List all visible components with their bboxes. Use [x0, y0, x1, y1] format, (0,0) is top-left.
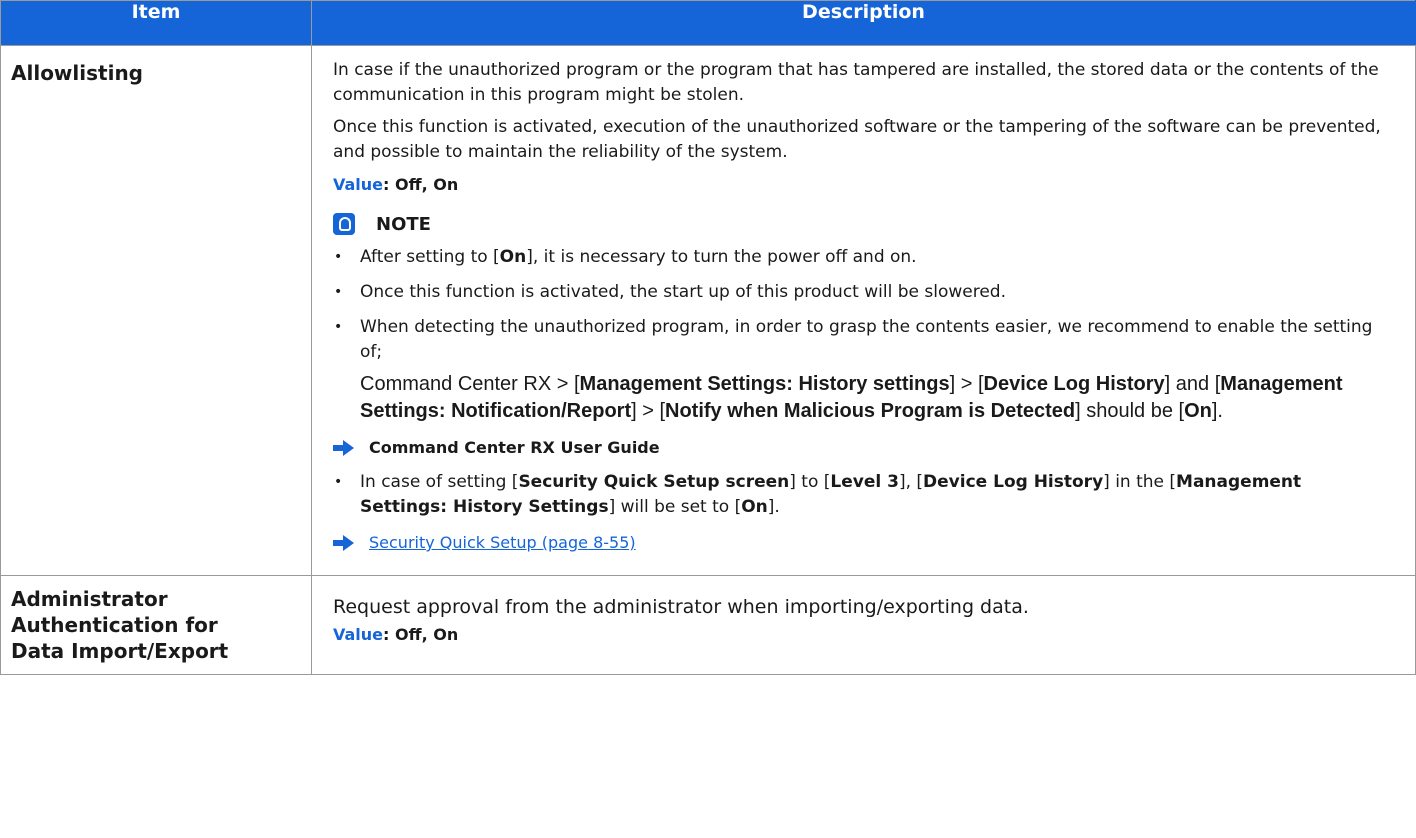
value-line: Value: Off, On: [333, 622, 1393, 648]
description-cell: In case if the unauthorized program or t…: [311, 45, 1416, 576]
column-header-description: Description: [311, 0, 1416, 46]
command-center-path: Command Center RX > [Management Settings…: [360, 373, 1343, 422]
note-list-continued: In case of setting [Security Quick Setup…: [333, 470, 1393, 520]
value-options: : Off, On: [383, 625, 459, 644]
table-header-row: Item Description: [0, 0, 1416, 46]
list-item: In case of setting [Security Quick Setup…: [333, 470, 1393, 520]
description-text: Request approval from the administrator …: [333, 596, 1029, 618]
note-label: NOTE: [376, 213, 431, 235]
description-cell: Request approval from the administrator …: [311, 575, 1416, 675]
list-item: After setting to [On], it is necessary t…: [333, 245, 1393, 270]
settings-table: Item Description Allowlisting In case if…: [0, 0, 1416, 675]
list-item: When detecting the unauthorized program,…: [333, 315, 1393, 425]
arrow-right-icon: [333, 439, 355, 456]
guide-reference: Command Center RX User Guide: [333, 435, 1393, 460]
list-item: Once this function is activated, the sta…: [333, 280, 1393, 305]
value-label: Value: [333, 175, 384, 194]
description-intro: In case if the unauthorized program or t…: [333, 60, 1379, 105]
item-name: Allowlisting: [0, 45, 312, 576]
guide-title: Command Center RX User Guide: [369, 438, 660, 457]
note-heading: NOTE: [333, 211, 1393, 237]
arrow-right-icon: [333, 534, 355, 551]
note-list: After setting to [On], it is necessary t…: [333, 245, 1393, 425]
table-row: Allowlisting In case if the unauthorized…: [0, 45, 1416, 576]
description-detail: Once this function is activated, executi…: [333, 117, 1381, 162]
security-quick-setup-link[interactable]: Security Quick Setup (page 8-55): [369, 530, 636, 555]
value-label: Value: [333, 625, 384, 644]
value-line: Value: Off, On: [333, 172, 1393, 197]
security-quick-setup-reference: Security Quick Setup (page 8-55): [333, 530, 1393, 555]
table-row: Administrator Authentication for Data Im…: [0, 575, 1416, 675]
note-icon: [333, 213, 355, 235]
column-header-item: Item: [0, 0, 312, 46]
value-options: : Off, On: [383, 175, 459, 194]
item-name: Administrator Authentication for Data Im…: [0, 575, 312, 675]
